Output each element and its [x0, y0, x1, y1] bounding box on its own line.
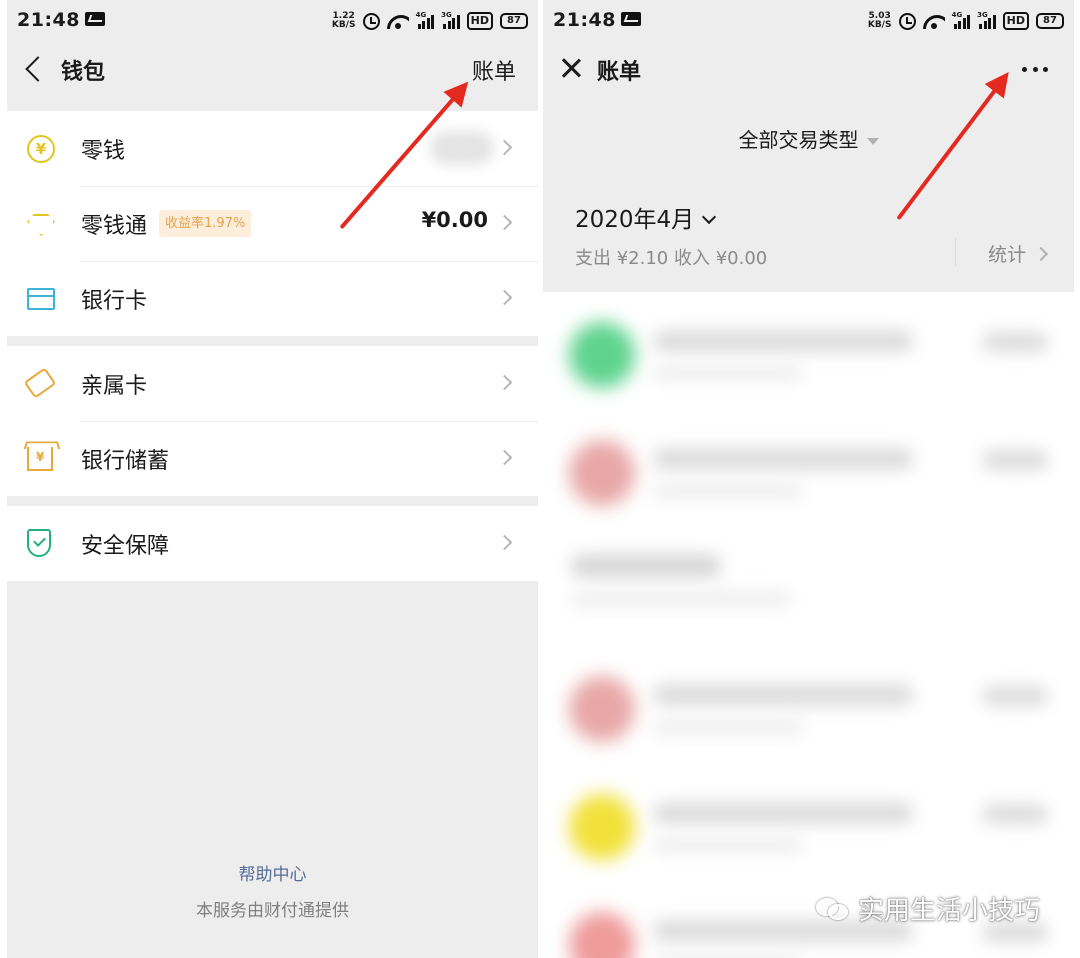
transaction-group-header[interactable] — [543, 528, 1074, 646]
blurred-avatar — [569, 676, 635, 742]
blurred-amount — [982, 450, 1048, 470]
message-notification-icon — [621, 12, 641, 26]
blurred-title — [571, 554, 721, 578]
chevron-right-icon — [496, 289, 513, 306]
blurred-amount — [982, 332, 1048, 352]
blurred-amount — [982, 686, 1048, 706]
blurred-avatar — [569, 912, 635, 958]
wallet-screen: 21:48 1.22 KB/S 4G 3G HD 87 钱包 账单 ¥ 零钱 零… — [7, 0, 538, 958]
blurred-subtitle — [653, 484, 803, 498]
bank-savings-icon — [27, 447, 53, 471]
blurred-balance — [430, 131, 494, 165]
battery-icon: 87 — [1036, 13, 1064, 29]
wallet-item-label: 银行卡 — [81, 289, 148, 314]
blurred-avatar — [569, 440, 635, 506]
signal-4g-icon: 4G — [952, 11, 971, 29]
divider — [955, 238, 956, 266]
shield-icon — [27, 529, 51, 557]
chevron-right-icon — [496, 214, 513, 231]
transaction-row[interactable] — [543, 410, 1074, 528]
alarm-icon — [362, 12, 380, 30]
bank-card-icon — [27, 288, 55, 310]
signal-3g-icon: 3G — [977, 11, 996, 29]
blurred-subtitle — [653, 366, 803, 380]
chevron-right-icon — [496, 449, 513, 466]
wifi-icon — [923, 13, 945, 29]
wallet-item-lingqiantong[interactable]: 零钱通 收益率1.97% ¥0.00 — [7, 186, 538, 261]
family-card-icon — [23, 367, 57, 399]
blurred-subtitle — [571, 592, 791, 606]
close-icon[interactable] — [561, 58, 581, 78]
wallet-group-3: 安全保障 — [7, 506, 538, 581]
wallet-group-1: ¥ 零钱 零钱通 收益率1.97% ¥0.00 银行卡 — [7, 111, 538, 336]
statistics-button[interactable]: 统计 — [987, 240, 1049, 267]
blurred-title — [653, 330, 913, 352]
chevron-right-icon — [496, 374, 513, 391]
month-label: 2020年4月 — [575, 207, 695, 233]
status-bar: 21:48 5.03 KB/S 4G 3G HD 87 — [543, 0, 1074, 40]
wechat-icon — [815, 896, 850, 922]
wallet-item-change[interactable]: ¥ 零钱 — [7, 111, 538, 186]
network-speed: 5.03 KB/S — [867, 11, 892, 30]
signal-3g-icon: 3G — [441, 11, 460, 29]
transaction-row[interactable] — [543, 292, 1074, 410]
provider-note: 本服务由财付通提供 — [196, 901, 349, 921]
wallet-item-label: 银行储蓄 — [81, 449, 170, 474]
filter-label: 全部交易类型 — [738, 128, 859, 152]
chevron-right-icon — [1033, 246, 1049, 261]
blurred-avatar — [569, 794, 635, 860]
blurred-subtitle — [653, 838, 803, 852]
wallet-group-2: 亲属卡 银行储蓄 — [7, 346, 538, 496]
coin-icon: ¥ — [27, 135, 55, 163]
diamond-icon — [27, 214, 55, 236]
blurred-title — [653, 684, 913, 706]
hd-icon: HD — [466, 12, 493, 30]
chevron-right-icon — [496, 139, 513, 156]
watermark: 实用生活小技巧 — [815, 890, 1040, 927]
wifi-icon — [387, 13, 409, 29]
hd-icon: HD — [1002, 12, 1029, 30]
wallet-item-label: 零钱 — [81, 139, 126, 164]
wallet-item-bank-card[interactable]: 银行卡 — [7, 261, 538, 336]
bill-button[interactable]: 账单 — [472, 54, 516, 86]
more-options-icon[interactable] — [1022, 67, 1048, 73]
month-summary: 支出 ¥2.10 收入 ¥0.00 — [575, 248, 768, 269]
transaction-row[interactable] — [543, 646, 1074, 764]
blurred-title — [653, 802, 913, 824]
blurred-subtitle — [653, 720, 803, 734]
transaction-type-filter[interactable]: 全部交易类型 — [543, 124, 1074, 153]
message-notification-icon — [85, 12, 105, 26]
page-title: 账单 — [597, 60, 642, 85]
bill-screen: 21:48 5.03 KB/S 4G 3G HD 87 账单 全部交易类型 20… — [543, 0, 1074, 958]
month-selector[interactable]: 2020年4月 — [575, 200, 717, 234]
wallet-item-label: 零钱通 — [81, 214, 148, 239]
blurred-avatar — [569, 322, 635, 388]
status-time: 21:48 — [17, 9, 80, 31]
wallet-item-value: ¥0.00 — [421, 208, 488, 232]
blurred-title — [653, 448, 913, 470]
chevron-down-icon — [702, 209, 717, 225]
status-time: 21:48 — [553, 9, 616, 31]
network-speed: 1.22 KB/S — [331, 11, 356, 30]
battery-icon: 87 — [500, 13, 528, 29]
wallet-item-bank-savings[interactable]: 银行储蓄 — [7, 421, 538, 496]
wallet-item-family-card[interactable]: 亲属卡 — [7, 346, 538, 421]
status-bar: 21:48 1.22 KB/S 4G 3G HD 87 — [7, 0, 538, 40]
transaction-row[interactable] — [543, 764, 1074, 882]
wallet-item-label: 安全保障 — [81, 534, 170, 559]
blurred-amount — [982, 804, 1048, 824]
transaction-list — [543, 292, 1074, 958]
page-title: 钱包 — [61, 60, 106, 85]
wallet-item-label: 亲属卡 — [81, 374, 148, 399]
back-icon[interactable] — [25, 56, 51, 82]
signal-4g-icon: 4G — [416, 11, 435, 29]
chevron-right-icon — [496, 534, 513, 551]
statistics-label: 统计 — [987, 244, 1026, 266]
help-center-link[interactable]: 帮助中心 — [7, 860, 538, 885]
caret-down-icon — [866, 138, 879, 145]
alarm-icon — [898, 12, 916, 30]
yield-rate-badge: 收益率1.97% — [159, 210, 252, 237]
wallet-item-security[interactable]: 安全保障 — [7, 506, 538, 581]
